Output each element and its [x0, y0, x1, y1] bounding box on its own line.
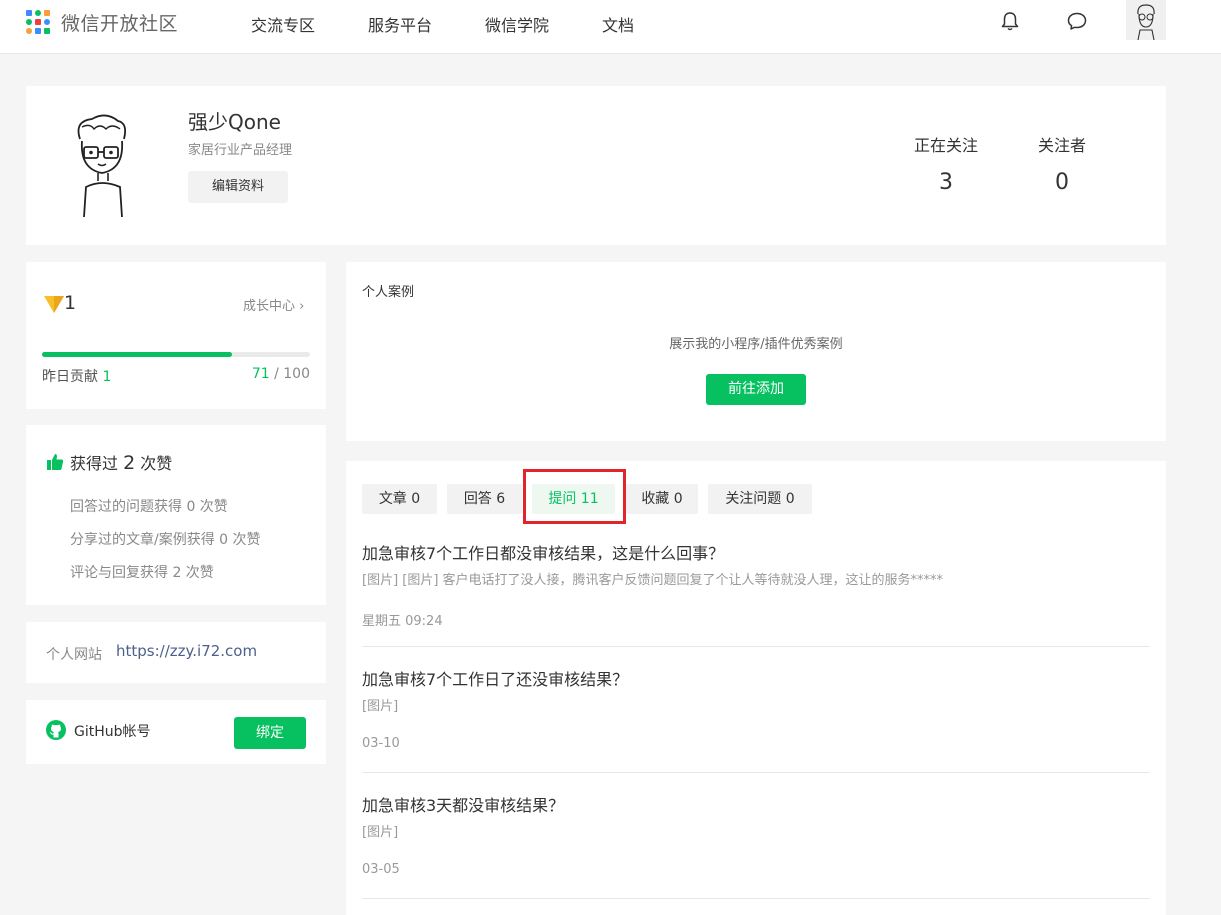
tab-articles[interactable]: 文章 0 [362, 484, 437, 514]
nav-item-community[interactable]: 交流专区 [251, 12, 315, 36]
website-link[interactable]: https://zzy.i72.com [116, 642, 257, 660]
question-title[interactable]: 加急审核7个工作日了还没审核结果？ [362, 666, 628, 690]
brand-name: 微信开放社区 [61, 12, 179, 35]
score-value: 71 [251, 366, 270, 382]
question-title[interactable]: 加急审核3天都没审核结果？ [362, 792, 564, 816]
github-icon [46, 720, 66, 740]
contribution-label: 昨日贡献 [42, 369, 98, 385]
nav-item-services[interactable]: 服务平台 [368, 12, 432, 36]
profile-avatar-icon [77, 114, 127, 217]
likes-prefix: 获得过 [70, 454, 119, 473]
profile-job-title: 家居行业产品经理 [188, 143, 293, 158]
divider [362, 646, 1150, 647]
likes-count: 2 [123, 452, 136, 474]
divider [362, 772, 1150, 773]
growth-center-link[interactable]: 成长中心 › [243, 295, 304, 314]
contribution-value: 1 [102, 369, 112, 385]
level-value: 1 [64, 292, 77, 314]
contribution-score: 71 / 100 [240, 366, 310, 382]
question-excerpt: [图片] [图片] 客户电话打了没人接，腾讯客户反馈问题回复了个让人等待就没人理… [362, 573, 944, 588]
followers-count[interactable]: 0 [1017, 170, 1107, 195]
profile-name: 强少Qone [188, 110, 281, 134]
question-date: 03-05 [362, 862, 400, 877]
chevron-right-icon: › [299, 299, 305, 314]
cases-title: 个人案例 [362, 285, 415, 300]
contribution-progress-fill [42, 352, 233, 357]
question-excerpt: [图片] [362, 699, 399, 714]
brand-logo[interactable]: 微信开放社区 [26, 9, 178, 35]
likes-suffix: 次赞 [140, 454, 173, 473]
likes-row-answers: 回答过的问题获得 0 次赞 [70, 499, 228, 515]
add-case-button[interactable]: 前往添加 [706, 374, 806, 405]
cases-description: 展示我的小程序/插件优秀案例 [669, 337, 843, 352]
tab-followed-questions[interactable]: 关注问题 0 [708, 484, 812, 514]
website-label: 个人网站 [46, 647, 102, 663]
level-card [26, 262, 326, 409]
growth-center-label: 成长中心 [243, 299, 296, 314]
likes-row-articles: 分享过的文章/案例获得 0 次赞 [70, 532, 261, 548]
likes-row-comments: 评论与回复获得 2 次赞 [70, 565, 214, 581]
message-icon[interactable] [1066, 10, 1088, 32]
nav-item-docs[interactable]: 文档 [602, 12, 634, 36]
yesterday-contribution: 昨日贡献 1 [42, 366, 111, 386]
question-date: 星期五 09:24 [362, 614, 443, 629]
github-label: GitHub帐号 [74, 724, 151, 740]
nav-item-academy[interactable]: 微信学院 [485, 12, 549, 36]
bell-icon[interactable] [999, 10, 1021, 32]
score-max: / 100 [274, 366, 310, 382]
followers-label[interactable]: 关注者 [1017, 132, 1107, 156]
avatar-sketch-icon [1137, 4, 1155, 40]
tab-answers[interactable]: 回答 6 [447, 484, 522, 514]
question-title[interactable]: 加急审核7个工作日都没审核结果，这是什么回事？ [362, 540, 724, 564]
question-date: 03-10 [362, 736, 400, 751]
contribution-progress [42, 352, 310, 357]
level-badge-icon [44, 296, 64, 313]
following-count[interactable]: 3 [901, 170, 991, 195]
highlight-box [523, 469, 626, 524]
top-navbar: 微信开放社区 交流专区 服务平台 微信学院 文档 [0, 0, 1221, 54]
edit-profile-button[interactable]: 编辑资料 [188, 171, 288, 203]
divider [362, 898, 1150, 899]
likes-summary: 获得过 2 次赞 [70, 450, 172, 474]
logo-icon [26, 9, 51, 35]
github-bind-button[interactable]: 绑定 [234, 717, 306, 749]
tab-favorites[interactable]: 收藏 0 [626, 484, 698, 514]
user-avatar[interactable] [1126, 0, 1166, 40]
thumbs-up-icon [47, 454, 64, 470]
question-excerpt: [图片] [362, 825, 399, 840]
following-label[interactable]: 正在关注 [901, 132, 991, 156]
